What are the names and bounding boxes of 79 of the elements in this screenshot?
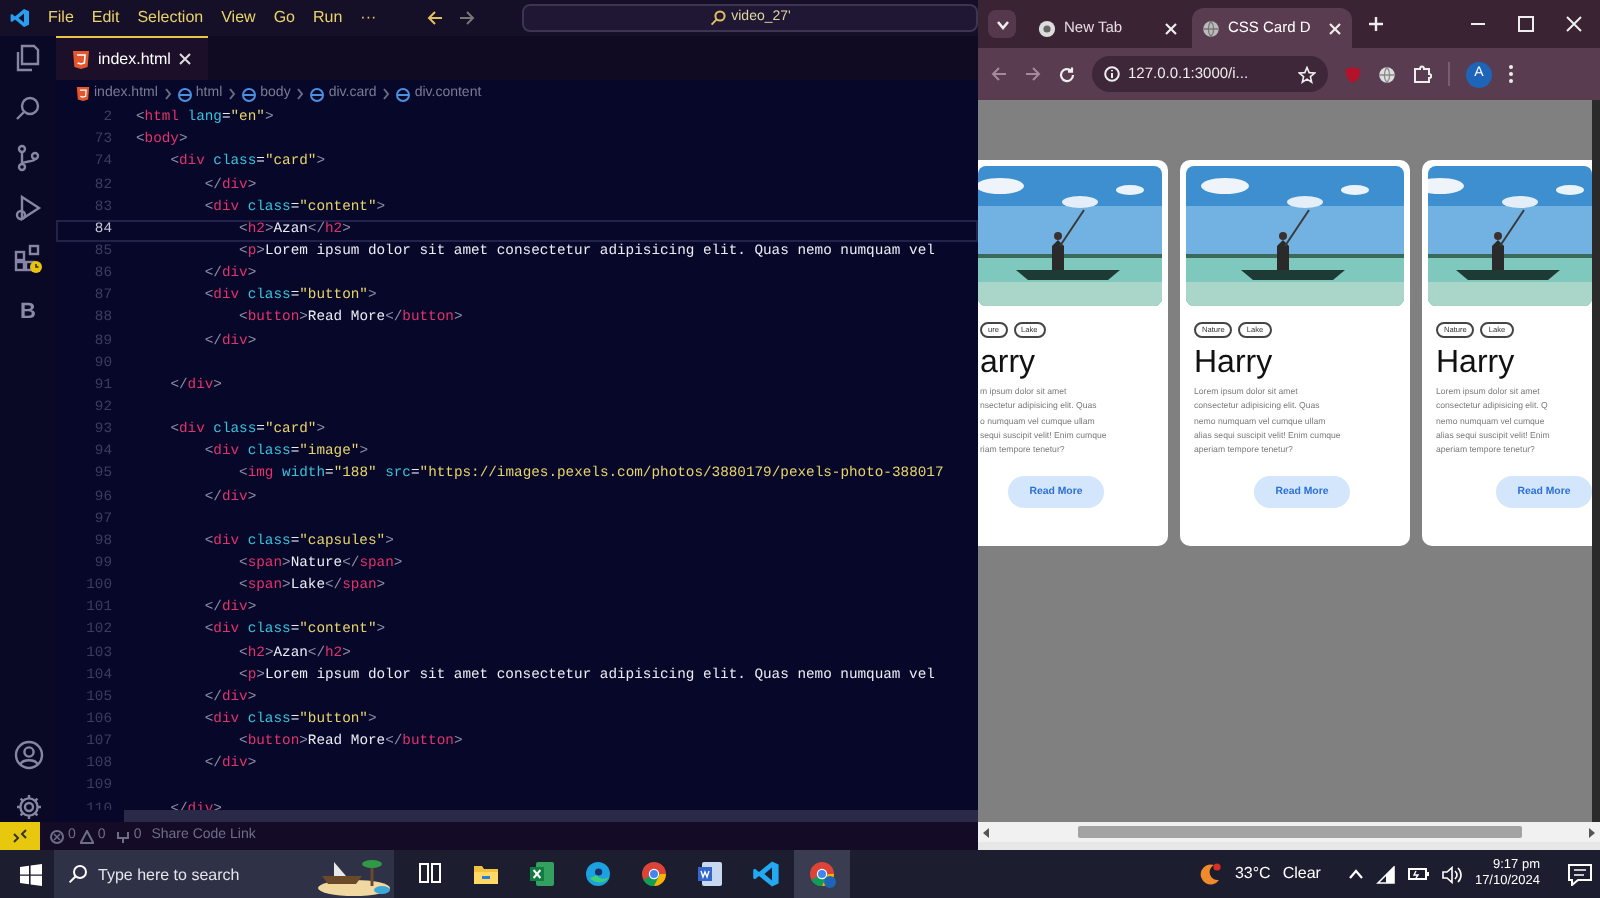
vscode-logo-icon[interactable] bbox=[10, 8, 30, 28]
menu-item[interactable]: Selection bbox=[137, 6, 204, 30]
warning-icon bbox=[79, 829, 94, 843]
search-icon bbox=[68, 864, 88, 884]
scroll-right-icon[interactable] bbox=[1588, 827, 1596, 837]
source-control-icon[interactable] bbox=[14, 144, 42, 172]
settings-icon[interactable] bbox=[13, 792, 43, 822]
chevron-right-icon bbox=[163, 88, 172, 100]
remote-button[interactable] bbox=[0, 822, 40, 850]
close-icon[interactable] bbox=[178, 52, 193, 66]
menu-item[interactable]: ··· bbox=[360, 6, 377, 30]
editor-tab[interactable]: index.html bbox=[56, 36, 209, 80]
editor-tab-label: index.html bbox=[98, 47, 171, 71]
notifications-icon[interactable] bbox=[1568, 863, 1592, 885]
account-icon[interactable] bbox=[13, 740, 43, 770]
new-tab-icon[interactable] bbox=[1368, 16, 1384, 32]
forward-arrow-icon[interactable] bbox=[458, 10, 477, 26]
remote-icon bbox=[12, 828, 28, 844]
element-icon bbox=[242, 87, 257, 101]
globe-icon bbox=[1202, 19, 1220, 37]
chevron-down-icon bbox=[995, 19, 1009, 29]
chevron-right-icon bbox=[228, 88, 237, 100]
element-icon bbox=[310, 87, 325, 101]
volume-icon[interactable] bbox=[1442, 865, 1463, 883]
element-icon bbox=[396, 87, 411, 101]
activity-letter[interactable]: B bbox=[20, 296, 36, 329]
chevron-up-icon[interactable] bbox=[1348, 868, 1365, 880]
menu-item[interactable]: File bbox=[48, 6, 74, 30]
editor-scrollbar[interactable] bbox=[124, 810, 978, 822]
chrome-icon bbox=[1038, 19, 1056, 37]
html-file-icon bbox=[72, 49, 90, 69]
weather-condition[interactable]: Clear bbox=[1282, 862, 1321, 886]
windows-start-icon[interactable] bbox=[20, 863, 42, 885]
globe-icon[interactable] bbox=[1378, 65, 1396, 83]
forward-arrow-icon[interactable] bbox=[1024, 66, 1042, 82]
card-title: Harry bbox=[1194, 346, 1275, 382]
tab-search-button[interactable] bbox=[988, 10, 1016, 38]
network-icon[interactable] bbox=[1376, 865, 1397, 883]
scroll-left-icon[interactable] bbox=[982, 827, 990, 837]
star-icon[interactable] bbox=[1298, 65, 1316, 83]
files-icon[interactable] bbox=[14, 44, 42, 72]
battery-icon[interactable] bbox=[1408, 866, 1431, 882]
close-icon[interactable] bbox=[1164, 21, 1178, 35]
weather-icon[interactable] bbox=[1198, 862, 1223, 886]
info-icon[interactable] bbox=[1104, 66, 1120, 82]
run-debug-icon[interactable] bbox=[14, 194, 42, 222]
menu-item[interactable]: View bbox=[221, 6, 256, 30]
maximize-icon[interactable] bbox=[1518, 16, 1534, 32]
menu-item[interactable]: Edit bbox=[91, 6, 120, 30]
spreadsheet-icon[interactable] bbox=[528, 860, 556, 888]
search-icon[interactable] bbox=[14, 94, 42, 122]
back-arrow-icon[interactable] bbox=[426, 10, 445, 26]
vertical-scrollbar[interactable] bbox=[1592, 100, 1600, 822]
search-icon bbox=[709, 10, 726, 26]
puzzle-icon[interactable] bbox=[1412, 64, 1432, 84]
chevron-right-icon bbox=[382, 88, 391, 100]
menu-item[interactable]: Run bbox=[312, 6, 343, 30]
more-menu-icon[interactable] bbox=[1508, 64, 1514, 84]
chrome-profile-icon[interactable] bbox=[808, 860, 836, 888]
extensions-icon[interactable] bbox=[13, 244, 43, 274]
edge-icon[interactable] bbox=[584, 860, 612, 888]
card-title: Harry bbox=[1436, 346, 1517, 382]
close-icon[interactable] bbox=[1566, 16, 1582, 32]
task-view-icon[interactable] bbox=[416, 860, 444, 888]
temperature[interactable]: 33°C bbox=[1234, 862, 1271, 886]
card-title: arry bbox=[980, 346, 1038, 382]
horizontal-scrollbar[interactable] bbox=[978, 822, 1600, 842]
chevron-right-icon bbox=[296, 88, 305, 100]
close-icon[interactable] bbox=[1328, 21, 1342, 35]
folder-icon[interactable] bbox=[472, 860, 500, 888]
document-app-icon[interactable] bbox=[696, 860, 724, 888]
html-file-icon bbox=[76, 86, 90, 102]
error-icon bbox=[50, 829, 64, 843]
chrome-icon[interactable] bbox=[640, 860, 668, 888]
reload-icon[interactable] bbox=[1058, 65, 1076, 83]
vscode-icon[interactable] bbox=[752, 860, 780, 888]
element-icon bbox=[177, 87, 192, 101]
menu-item[interactable]: Go bbox=[273, 6, 295, 30]
ports-icon bbox=[115, 829, 130, 843]
